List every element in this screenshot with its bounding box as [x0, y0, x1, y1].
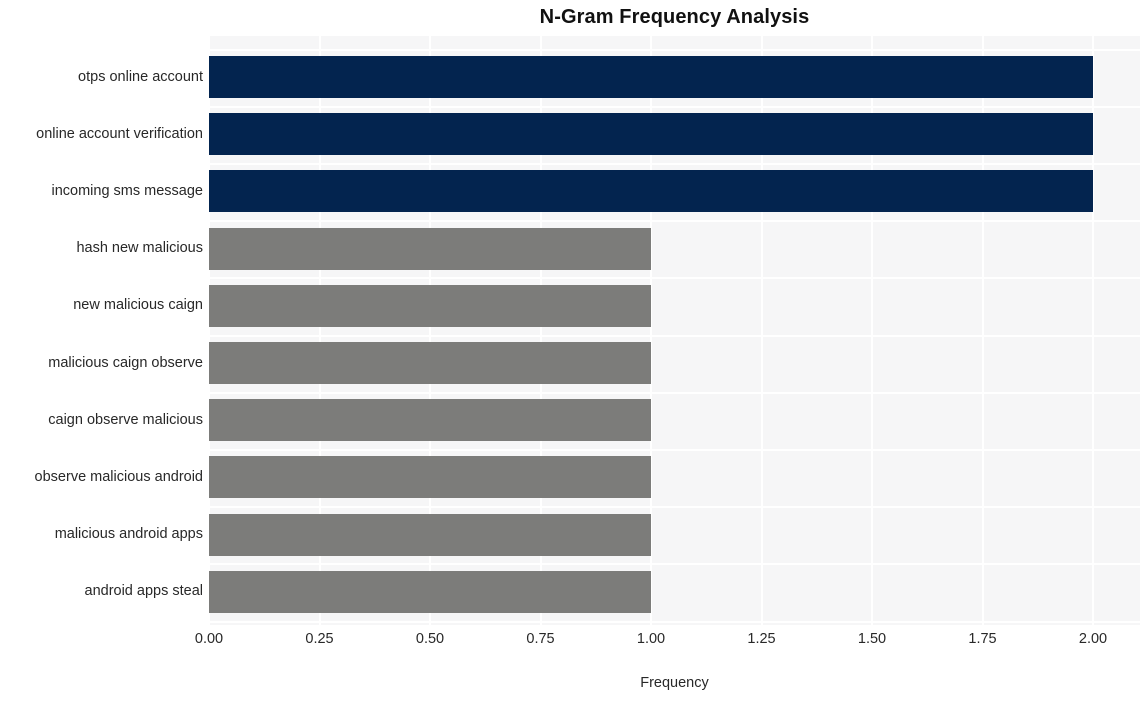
gridline-horizontal — [209, 620, 1140, 623]
y-axis-tick-label: malicious android apps — [54, 526, 203, 543]
x-axis-tick-label: 0.00 — [194, 631, 224, 647]
gridline-horizontal — [209, 506, 1140, 509]
x-axis-tick-label: 0.75 — [526, 631, 555, 647]
x-axis-tick-label: 1.50 — [857, 631, 887, 647]
y-axis-tick-label: new malicious caign — [73, 297, 203, 314]
y-axis-tick-label: incoming sms message — [51, 182, 204, 199]
y-axis-tick-label: online account verification — [36, 125, 203, 142]
bar[interactable] — [209, 342, 651, 384]
gridline-horizontal — [209, 48, 1140, 51]
gridline-horizontal — [209, 391, 1140, 394]
y-axis-tick-label: caign observe malicious — [48, 411, 203, 428]
bar[interactable] — [209, 56, 1093, 98]
y-axis-tick-labels: otps online account online account verifi… — [0, 36, 203, 625]
y-axis-tick-label: observe malicious android — [34, 468, 203, 485]
gridline-horizontal — [209, 563, 1140, 566]
gridline-horizontal — [209, 334, 1140, 337]
bar[interactable] — [209, 456, 651, 499]
gridline-horizontal — [209, 277, 1140, 280]
x-axis-tick-label: 0.25 — [305, 631, 334, 647]
x-axis-tick-label: 0.50 — [415, 631, 445, 647]
bar[interactable] — [209, 284, 651, 327]
x-axis-tick-label: 1.25 — [747, 631, 776, 647]
x-axis-tick-labels: 0.00 0.25 0.50 0.75 1.00 1.25 1.50 1.75 2.00 — [0, 629, 1148, 653]
chart-title: N-Gram Frequency Analysis — [539, 6, 810, 28]
bar[interactable] — [209, 170, 1093, 213]
gridline-horizontal — [209, 162, 1140, 165]
x-axis-tick-label: 1.75 — [968, 631, 997, 647]
plot-area — [209, 36, 1140, 625]
y-axis-tick-label: android apps steal — [84, 583, 204, 600]
x-axis-tick-label: 2.00 — [1078, 631, 1108, 647]
chart-figure: N-Gram Frequency Analysis otps online ac… — [0, 0, 1148, 701]
bar[interactable] — [209, 513, 651, 556]
y-axis-tick-label: otps online account — [78, 68, 203, 85]
gridline-horizontal — [209, 105, 1140, 108]
y-axis-tick-label: hash new malicious — [76, 240, 203, 257]
gridline-horizontal — [209, 448, 1140, 451]
y-axis-tick-label: malicious caign observe — [48, 354, 203, 371]
bar[interactable] — [209, 570, 651, 613]
bar[interactable] — [209, 113, 1093, 156]
x-axis-label: Frequency — [640, 675, 709, 691]
gridline-horizontal — [209, 220, 1140, 223]
x-axis-tick-label: 1.00 — [636, 631, 666, 647]
bar[interactable] — [209, 227, 651, 270]
bar[interactable] — [209, 399, 651, 442]
